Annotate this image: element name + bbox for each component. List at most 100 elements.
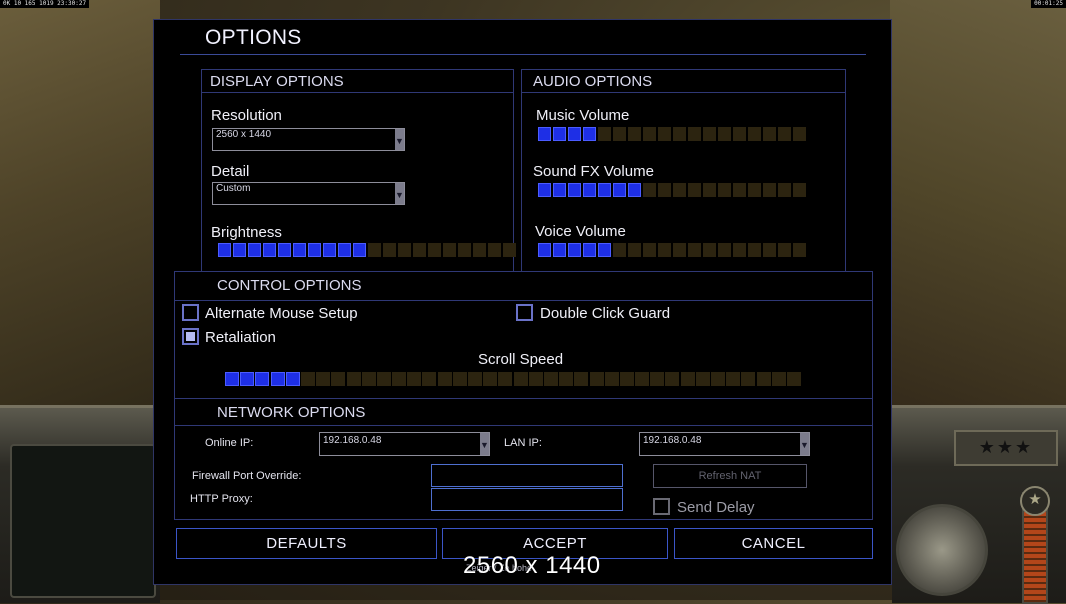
slider-segment-empty[interactable] — [703, 183, 716, 197]
slider-segment-empty[interactable] — [488, 243, 501, 257]
slider-segment-empty[interactable] — [763, 243, 776, 257]
slider-segment-filled[interactable] — [538, 183, 551, 197]
slider-segment-filled[interactable] — [338, 243, 351, 257]
slider-segment-empty[interactable] — [703, 127, 716, 141]
chevron-down-icon[interactable]: ▼ — [395, 129, 404, 150]
slider-segment-filled[interactable] — [613, 183, 626, 197]
slider-segment-empty[interactable] — [756, 372, 771, 386]
slider-segment-empty[interactable] — [635, 372, 650, 386]
slider-segment-empty[interactable] — [778, 127, 791, 141]
sound-fx-volume-slider[interactable] — [538, 183, 806, 197]
slider-segment-empty[interactable] — [718, 183, 731, 197]
slider-segment-empty[interactable] — [559, 372, 574, 386]
slider-segment-empty[interactable] — [613, 243, 626, 257]
slider-segment-empty[interactable] — [726, 372, 741, 386]
slider-segment-empty[interactable] — [658, 243, 671, 257]
slider-segment-filled[interactable] — [598, 243, 611, 257]
slider-segment-empty[interactable] — [748, 183, 761, 197]
slider-segment-empty[interactable] — [793, 127, 806, 141]
slider-segment-empty[interactable] — [437, 372, 452, 386]
slider-segment-empty[interactable] — [398, 243, 411, 257]
slider-segment-empty[interactable] — [392, 372, 407, 386]
scroll-speed-slider[interactable] — [225, 372, 801, 386]
slider-segment-empty[interactable] — [643, 127, 656, 141]
slider-segment-filled[interactable] — [538, 127, 551, 141]
slider-segment-empty[interactable] — [763, 183, 776, 197]
slider-segment-empty[interactable] — [643, 243, 656, 257]
voice-volume-slider[interactable] — [538, 243, 806, 257]
slider-segment-filled[interactable] — [240, 372, 255, 386]
slider-segment-filled[interactable] — [583, 183, 596, 197]
slider-segment-filled[interactable] — [255, 372, 270, 386]
music-volume-slider[interactable] — [538, 127, 806, 141]
slider-segment-empty[interactable] — [695, 372, 710, 386]
slider-segment-filled[interactable] — [270, 372, 285, 386]
slider-segment-empty[interactable] — [483, 372, 498, 386]
online-ip-dropdown[interactable]: 192.168.0.48 ▼ — [319, 432, 490, 456]
slider-segment-filled[interactable] — [568, 243, 581, 257]
slider-segment-empty[interactable] — [703, 243, 716, 257]
slider-segment-filled[interactable] — [225, 372, 239, 386]
slider-segment-empty[interactable] — [574, 372, 589, 386]
send-delay-checkbox[interactable] — [653, 498, 670, 515]
slider-segment-empty[interactable] — [658, 127, 671, 141]
slider-segment-filled[interactable] — [583, 127, 596, 141]
slider-segment-empty[interactable] — [528, 372, 543, 386]
slider-segment-empty[interactable] — [673, 127, 686, 141]
alternate-mouse-checkbox[interactable] — [182, 304, 199, 321]
slider-segment-empty[interactable] — [589, 372, 604, 386]
slider-segment-filled[interactable] — [553, 243, 566, 257]
slider-segment-empty[interactable] — [658, 183, 671, 197]
slider-segment-filled[interactable] — [248, 243, 261, 257]
slider-segment-empty[interactable] — [613, 127, 626, 141]
defaults-button[interactable]: DEFAULTS — [176, 528, 437, 559]
slider-segment-empty[interactable] — [604, 372, 619, 386]
slider-segment-empty[interactable] — [513, 372, 528, 386]
slider-segment-empty[interactable] — [665, 372, 680, 386]
slider-segment-empty[interactable] — [673, 183, 686, 197]
slider-segment-empty[interactable] — [361, 372, 376, 386]
slider-segment-empty[interactable] — [628, 127, 641, 141]
slider-segment-empty[interactable] — [628, 243, 641, 257]
slider-segment-filled[interactable] — [568, 127, 581, 141]
slider-segment-empty[interactable] — [346, 372, 361, 386]
slider-segment-filled[interactable] — [218, 243, 231, 257]
firewall-port-input[interactable] — [431, 464, 623, 487]
slider-segment-empty[interactable] — [413, 243, 426, 257]
slider-segment-empty[interactable] — [407, 372, 422, 386]
slider-segment-empty[interactable] — [673, 243, 686, 257]
slider-segment-empty[interactable] — [771, 372, 786, 386]
slider-segment-empty[interactable] — [733, 183, 746, 197]
slider-segment-empty[interactable] — [733, 243, 746, 257]
slider-segment-filled[interactable] — [628, 183, 641, 197]
slider-segment-empty[interactable] — [300, 372, 315, 386]
slider-segment-empty[interactable] — [763, 127, 776, 141]
brightness-slider[interactable] — [218, 243, 516, 257]
slider-segment-filled[interactable] — [263, 243, 276, 257]
slider-segment-empty[interactable] — [376, 372, 391, 386]
slider-segment-filled[interactable] — [323, 243, 336, 257]
retaliation-checkbox[interactable] — [182, 328, 199, 345]
slider-segment-filled[interactable] — [353, 243, 366, 257]
slider-segment-empty[interactable] — [733, 127, 746, 141]
resolution-dropdown[interactable]: 2560 x 1440 ▼ — [212, 128, 405, 151]
slider-segment-empty[interactable] — [498, 372, 513, 386]
slider-segment-empty[interactable] — [748, 243, 761, 257]
slider-segment-filled[interactable] — [568, 183, 581, 197]
detail-dropdown[interactable]: Custom ▼ — [212, 182, 405, 205]
slider-segment-empty[interactable] — [718, 127, 731, 141]
slider-segment-empty[interactable] — [786, 372, 801, 386]
slider-segment-empty[interactable] — [643, 183, 656, 197]
slider-segment-filled[interactable] — [553, 127, 566, 141]
slider-segment-empty[interactable] — [503, 243, 516, 257]
cancel-button[interactable]: CANCEL — [674, 528, 873, 559]
slider-segment-empty[interactable] — [748, 127, 761, 141]
slider-segment-empty[interactable] — [688, 243, 701, 257]
refresh-nat-button[interactable]: Refresh NAT — [653, 464, 807, 488]
lan-ip-dropdown[interactable]: 192.168.0.48 ▼ — [639, 432, 810, 456]
slider-segment-empty[interactable] — [452, 372, 467, 386]
slider-segment-filled[interactable] — [293, 243, 306, 257]
slider-segment-empty[interactable] — [422, 372, 437, 386]
slider-segment-empty[interactable] — [473, 243, 486, 257]
slider-segment-empty[interactable] — [688, 183, 701, 197]
